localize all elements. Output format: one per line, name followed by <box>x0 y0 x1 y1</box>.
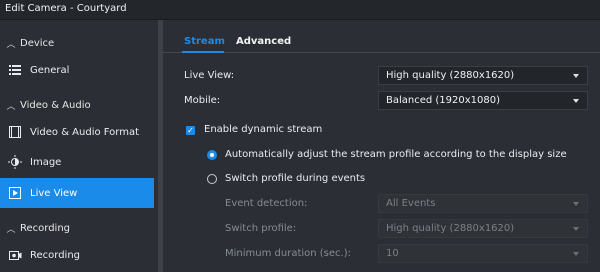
mobile-select[interactable]: Balanced (1920x1080) <box>378 91 588 110</box>
check-icon: ✓ <box>187 126 194 135</box>
auto-adjust-radio[interactable] <box>207 150 217 160</box>
min-duration-label: Minimum duration (sec.): <box>225 248 351 259</box>
chevron-up-icon: ︿ <box>6 39 16 50</box>
chevron-up-icon: ︿ <box>6 224 16 235</box>
mobile-value: Balanced (1920x1080) <box>386 95 501 106</box>
tab-label: Advanced <box>236 36 292 47</box>
switch-profile-value: High quality (2880x1620) <box>386 223 515 234</box>
dropdown-arrow-icon <box>573 99 579 103</box>
sidebar-item-live-view[interactable]: Live View <box>0 178 154 208</box>
main-panel: Stream Advanced Live View: High quality … <box>163 20 600 272</box>
min-duration-select[interactable]: 10 <box>378 244 588 263</box>
auto-adjust-label: Automatically adjust the stream profile … <box>225 149 567 160</box>
play-screen-icon <box>7 185 23 201</box>
brightness-icon <box>7 154 23 170</box>
live-view-value: High quality (2880x1620) <box>386 70 515 81</box>
sidebar-item-label: General <box>30 64 70 76</box>
section-label: Device <box>20 37 55 49</box>
switch-profile-select[interactable]: High quality (2880x1620) <box>378 219 588 238</box>
section-video-audio[interactable]: ︿ Video & Audio <box>0 94 158 116</box>
list-icon <box>7 62 23 78</box>
sidebar-item-general[interactable]: General <box>0 55 154 85</box>
mobile-label: Mobile: <box>184 95 221 106</box>
min-duration-value: 10 <box>386 248 399 259</box>
tab-label: Stream <box>184 36 225 47</box>
sidebar-item-video-audio-format[interactable]: Video & Audio Format <box>0 117 154 147</box>
sidebar-item-label: Image <box>30 156 62 168</box>
switch-profile-radio[interactable] <box>207 174 217 184</box>
event-detection-select[interactable]: All Events <box>378 194 588 213</box>
dropdown-arrow-icon <box>573 74 579 78</box>
tab-advanced[interactable]: Advanced <box>236 36 291 47</box>
sidebar-item-recording[interactable]: Recording <box>0 240 154 270</box>
dynamic-stream-label: Enable dynamic stream <box>204 124 323 135</box>
chevron-up-icon: ︿ <box>6 101 16 112</box>
active-tab-indicator <box>182 51 224 53</box>
section-recording[interactable]: ︿ Recording <box>0 217 158 239</box>
sidebar-item-label: Video & Audio Format <box>30 126 140 138</box>
window-title: Edit Camera - Courtyard <box>5 3 127 14</box>
title-bar: Edit Camera - Courtyard <box>0 0 600 20</box>
tab-bar: Stream Advanced <box>163 20 600 53</box>
section-device[interactable]: ︿ Device <box>0 32 158 54</box>
sidebar-item-label: Recording <box>30 249 81 261</box>
sidebar-item-label: Live View <box>30 187 78 199</box>
switch-profile-label: Switch profile during events <box>225 173 366 184</box>
dropdown-arrow-icon <box>573 202 579 206</box>
sidebar: ︿ Device General ︿ Video & Audio Video &… <box>0 20 158 272</box>
dropdown-arrow-icon <box>573 227 579 231</box>
event-detection-label: Event detection: <box>225 198 308 209</box>
live-view-label: Live View: <box>184 70 235 81</box>
sidebar-item-image[interactable]: Image <box>0 147 154 177</box>
dynamic-stream-checkbox[interactable]: ✓ <box>186 126 195 135</box>
section-label: Video & Audio <box>20 99 91 111</box>
live-view-select[interactable]: High quality (2880x1620) <box>378 66 588 85</box>
film-icon <box>7 124 23 140</box>
section-label: Recording <box>20 222 71 234</box>
tab-stream[interactable]: Stream <box>182 36 225 53</box>
event-detection-value: All Events <box>386 198 436 209</box>
switch-profile-select-label: Switch profile: <box>225 223 297 234</box>
dropdown-arrow-icon <box>573 252 579 256</box>
record-icon <box>7 247 23 263</box>
